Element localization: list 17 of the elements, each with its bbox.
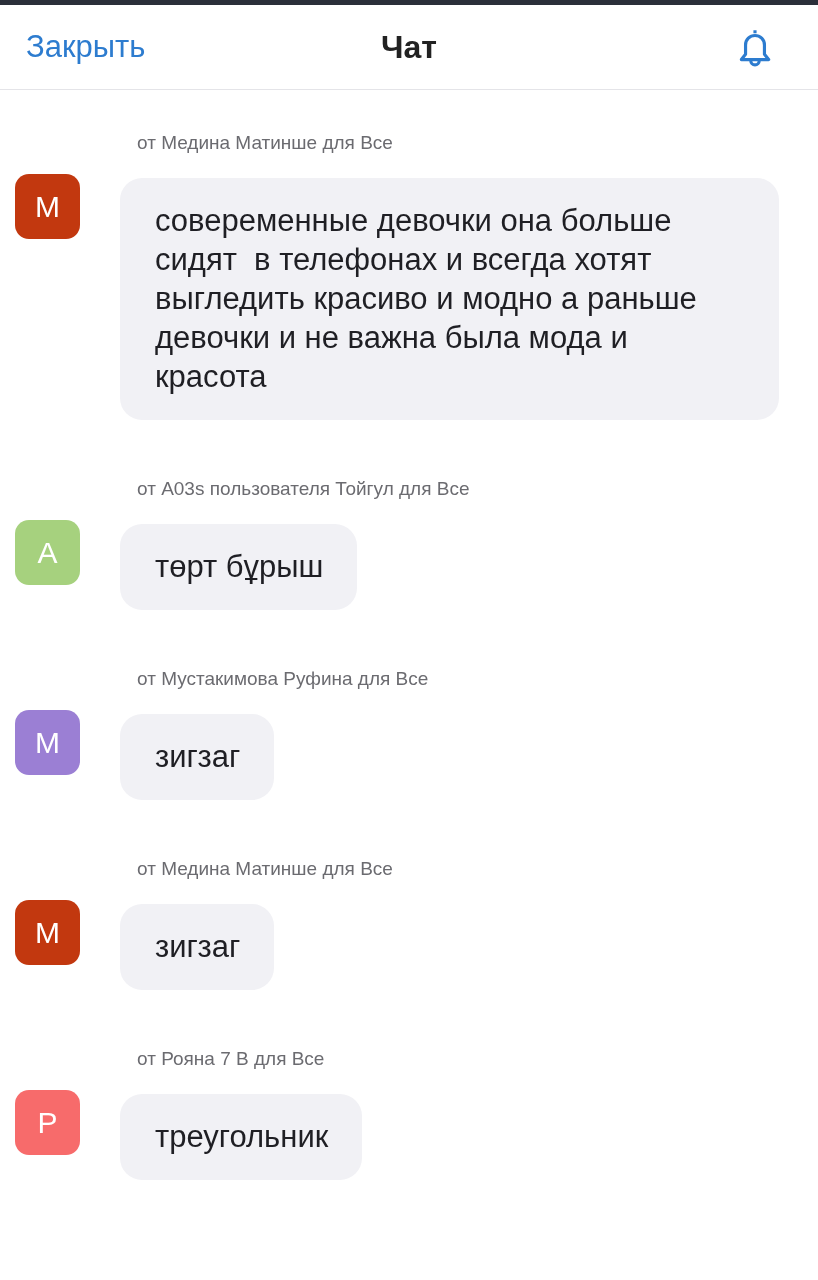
sender-label: от Мустакимова Руфина для Все xyxy=(137,668,429,690)
message-bubble: совеременные девочки она больше сидят в телефонах и всегда хотят выгледить красиво и модно а раньше девочки и не важна была мода и красота xyxy=(120,178,779,420)
avatar: Р xyxy=(15,1090,80,1155)
message-bubble: төрт бұрыш xyxy=(120,524,358,610)
sender-label: от Медина Матинше для Все xyxy=(137,132,393,154)
chat-title: Чат xyxy=(381,28,437,65)
message-bubble: треугольник xyxy=(120,1094,363,1180)
sender-label: от Рояна 7 В для Все xyxy=(137,1048,325,1070)
avatar: А xyxy=(15,520,80,585)
avatar: М xyxy=(15,710,80,775)
message-bubble: зигзаг xyxy=(120,904,275,990)
avatar: М xyxy=(15,900,80,965)
avatar: М xyxy=(15,174,80,239)
message-bubble: зигзаг xyxy=(120,714,275,800)
sender-label: от A03s пользователя Тойгул для Все xyxy=(137,478,470,500)
close-button[interactable]: Закрыть xyxy=(26,29,146,65)
sender-label: от Медина Матинше для Все xyxy=(137,858,393,880)
